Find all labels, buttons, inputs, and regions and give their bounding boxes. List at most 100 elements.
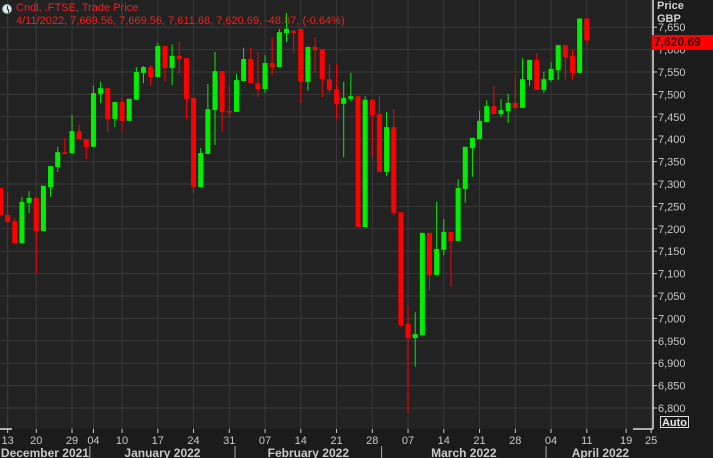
candle-up	[169, 55, 175, 68]
y-tick-label: 7,250	[658, 201, 686, 213]
candle-up	[341, 97, 347, 104]
candle-down	[291, 30, 297, 34]
candle-up	[98, 88, 104, 94]
candle-down	[148, 67, 154, 77]
candle-down	[448, 231, 454, 241]
candle-up	[434, 248, 440, 275]
candle-down	[183, 58, 189, 99]
y-tick-label: 7,350	[658, 157, 686, 169]
candle-up	[305, 46, 311, 82]
auto-scale-button[interactable]: Auto	[660, 416, 689, 429]
candle-down	[534, 59, 540, 90]
candle-up	[55, 152, 61, 167]
y-tick-label: 7,150	[658, 246, 686, 258]
y-tick-label: 7,100	[658, 269, 686, 281]
last-price-marker: 7,620.69	[652, 35, 713, 50]
x-tick-label: 04	[87, 435, 99, 447]
candle-up	[233, 80, 239, 112]
y-tick-label: 7,200	[658, 224, 686, 236]
candle-down	[355, 96, 361, 228]
candle-down	[191, 97, 197, 188]
candle-up	[527, 59, 533, 81]
y-tick-label: 6,900	[658, 358, 686, 370]
chart-title: Cndl, .FTSE, Trade Price	[16, 2, 139, 14]
y-tick-label: 7,300	[658, 179, 686, 191]
candle-down	[83, 139, 89, 147]
month-label: January 2022	[124, 446, 200, 458]
candle-down	[255, 83, 261, 90]
y-tick-label: 7,400	[658, 134, 686, 146]
candle-up	[26, 197, 32, 203]
price-axis-title: Price	[657, 0, 684, 12]
x-tick-label: 25	[645, 435, 657, 447]
candle-down	[369, 99, 375, 116]
candle-up	[555, 45, 561, 71]
candle-up	[69, 131, 75, 154]
candle-down	[326, 79, 332, 90]
candle-down	[391, 127, 397, 214]
candle-up	[362, 99, 368, 228]
chart-window: 7,650 7,600 7,550 7,500 7,450 7,400 7,350 7,300…	[0, 0, 713, 458]
candle-up	[477, 120, 483, 140]
candle-down	[427, 232, 432, 275]
y-tick-label: 7,450	[658, 112, 686, 124]
candle-up	[126, 98, 132, 121]
candle-up	[384, 127, 390, 172]
x-tick-label: 28	[509, 435, 521, 447]
candle-down	[269, 63, 275, 68]
y-tick-label: 6,850	[658, 381, 686, 393]
candle-up	[577, 18, 583, 73]
candle-down	[12, 221, 18, 244]
candle-up	[155, 46, 161, 77]
month-label: March 2022	[431, 446, 497, 458]
candle-up	[441, 231, 447, 250]
candle-down	[226, 110, 232, 113]
candle-down	[33, 197, 39, 232]
currency-label: GBP	[657, 13, 681, 25]
ohlc-readout: 4/11/2022, 7,669.56, 7,669.56, 7,611.68,…	[16, 15, 345, 27]
candle-down	[398, 212, 404, 326]
candle-up	[141, 67, 146, 73]
candle-down	[119, 102, 125, 121]
candle-down	[248, 59, 254, 84]
month-label: February 2022	[268, 446, 350, 458]
candle-up	[419, 232, 425, 335]
candle-up	[133, 72, 139, 100]
candle-down	[105, 88, 111, 120]
candle-up	[19, 201, 25, 244]
x-tick-label: 04	[545, 435, 557, 447]
month-label: April 2022	[572, 446, 630, 458]
candle-up	[348, 96, 354, 99]
candle-down	[219, 71, 225, 112]
candle-up	[262, 63, 268, 90]
y-tick-label: 7,000	[658, 313, 686, 325]
clock-icon	[2, 4, 12, 14]
candle-down	[562, 45, 568, 58]
candle-up	[276, 32, 282, 68]
candle-up	[90, 93, 96, 147]
x-tick-label: 07	[402, 435, 414, 447]
candle-down	[319, 49, 325, 80]
candle-down	[491, 106, 497, 115]
y-tick-label: 6,950	[658, 336, 686, 348]
x-tick-label: 28	[366, 435, 378, 447]
candle-down	[584, 18, 590, 41]
candle-up	[212, 71, 218, 111]
candle-up	[505, 102, 511, 111]
candle-down	[298, 28, 304, 82]
plot-area	[0, 0, 653, 429]
candle-up	[484, 106, 490, 123]
candle-down	[512, 102, 518, 108]
month-label: December 2021	[1, 446, 89, 458]
candle-down	[312, 46, 318, 51]
candle-up	[48, 166, 54, 188]
candle-up	[469, 137, 475, 149]
candle-down	[162, 46, 168, 68]
candle-up	[541, 79, 547, 90]
y-tick-label: 7,050	[658, 291, 686, 303]
candle-down	[62, 152, 68, 154]
candle-up	[198, 153, 204, 188]
x-tick-label: 31	[223, 435, 235, 447]
y-tick-label: 7,550	[658, 67, 686, 79]
candlestick-chart: 7,6507,6007,5507,5007,4507,4007,3507,300…	[0, 0, 686, 458]
